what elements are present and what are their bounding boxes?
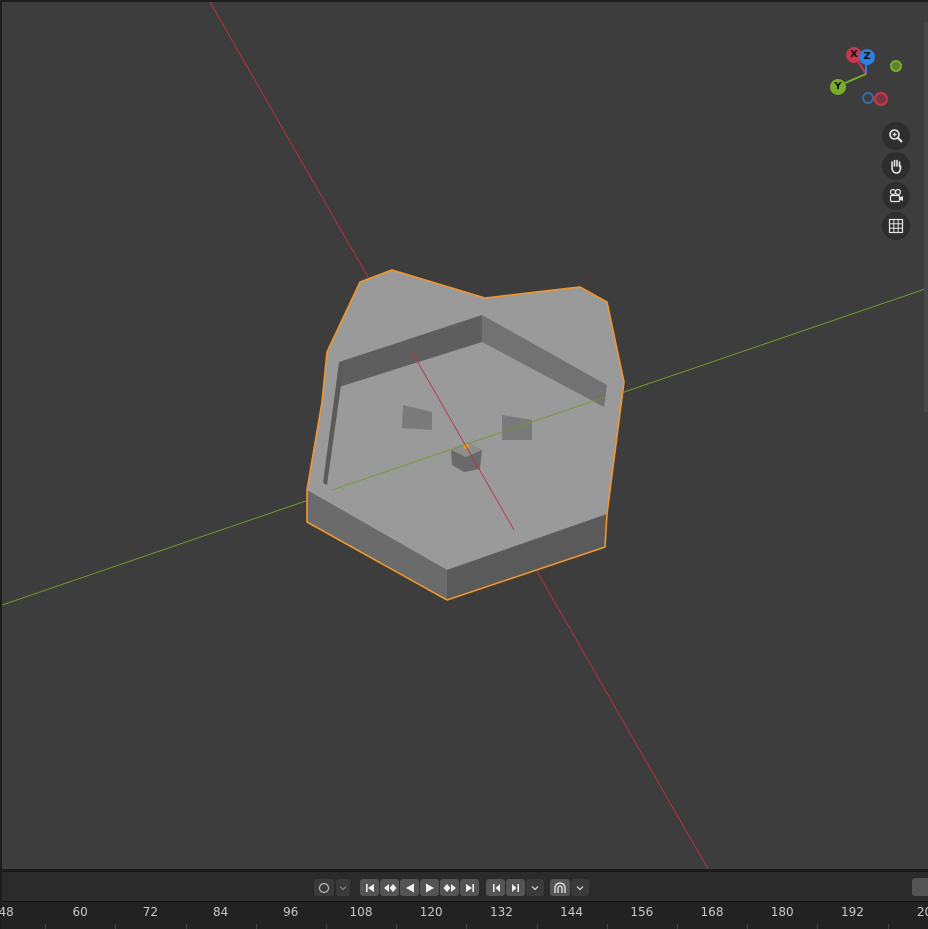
gizmo-neg-x-axis[interactable] — [874, 92, 888, 106]
gizmo-z-axis[interactable]: Z — [859, 49, 875, 65]
frame-tick — [536, 924, 538, 929]
gizmo-neg-z-axis[interactable] — [862, 92, 874, 104]
play-icon — [425, 883, 434, 892]
perspective-toggle-button[interactable] — [882, 212, 910, 240]
frame-label: 120 — [419, 905, 443, 919]
frame-label: 132 — [489, 905, 513, 919]
frame-label: 168 — [700, 905, 724, 919]
frame-label: 84 — [212, 905, 229, 919]
zoom-icon — [889, 129, 903, 143]
chevron-down-icon — [339, 885, 347, 890]
frame-tick — [676, 924, 678, 929]
navigation-gizmo[interactable]: X Z Y — [824, 44, 924, 116]
gizmo-neg-y-axis[interactable] — [890, 60, 902, 72]
play-button[interactable] — [420, 879, 439, 896]
next-keyframe-icon — [443, 883, 456, 892]
frame-label: 180 — [770, 905, 794, 919]
frame-tick — [396, 924, 398, 929]
previous-frame-button[interactable] — [486, 879, 505, 896]
snap-dropdown[interactable] — [571, 879, 589, 896]
jump-to-start-icon — [365, 883, 374, 892]
frame-label: 156 — [630, 905, 654, 919]
frame-label: 48 — [0, 905, 14, 919]
selected-mesh-object[interactable] — [306, 269, 625, 601]
frame-tick — [606, 924, 608, 929]
auto-keying-button[interactable] — [314, 879, 334, 896]
next-frame-icon — [511, 883, 519, 892]
frame-tick — [115, 924, 117, 929]
frame-label: 96 — [283, 905, 299, 919]
snap-toggle-button[interactable] — [550, 879, 570, 896]
play-reverse-button[interactable] — [400, 879, 419, 896]
frame-tick — [466, 924, 468, 929]
zoom-button[interactable] — [882, 122, 910, 150]
record-circle-icon — [318, 882, 330, 893]
frame-tick — [325, 924, 327, 929]
next-keyframe-button[interactable] — [440, 879, 459, 896]
grid-icon — [888, 218, 904, 234]
frame-tick — [45, 924, 47, 929]
frame-label: 60 — [72, 905, 88, 919]
jump-to-start-button[interactable] — [360, 879, 379, 896]
camera-icon — [889, 188, 903, 203]
frame-label: 192 — [840, 905, 864, 919]
chevron-down-icon — [531, 885, 539, 890]
play-reverse-icon — [405, 883, 414, 892]
chevron-down-icon — [576, 885, 584, 890]
previous-keyframe-button[interactable] — [380, 879, 399, 896]
snap-magnet-icon — [554, 881, 566, 893]
3d-viewport[interactable]: X Z Y — [2, 2, 928, 869]
frame-label: 72 — [142, 905, 159, 919]
pan-button[interactable] — [882, 152, 910, 180]
viewport-scrollbar[interactable] — [924, 22, 928, 412]
playback-dropdown[interactable] — [526, 879, 544, 896]
keying-dropdown[interactable] — [336, 879, 350, 896]
frame-label: 144 — [560, 905, 584, 919]
camera-view-button[interactable] — [882, 182, 910, 210]
scene-canvas[interactable] — [2, 2, 928, 869]
timeline-header — [2, 871, 928, 902]
frame-tick — [185, 924, 187, 929]
frame-label: 204 — [916, 905, 928, 919]
next-frame-button[interactable] — [506, 879, 525, 896]
frame-range-field[interactable] — [912, 878, 928, 896]
frame-tick — [817, 924, 819, 929]
frame-tick — [887, 924, 889, 929]
jump-to-end-icon — [465, 883, 474, 892]
previous-frame-icon — [492, 883, 500, 892]
timeline-ruler[interactable]: 48 60 72 84 96 108 120 132 144 156 168 180 192 204 — [0, 901, 928, 929]
previous-keyframe-icon — [383, 883, 396, 892]
gizmo-y-axis[interactable]: Y — [830, 79, 846, 95]
frame-tick — [255, 924, 257, 929]
frame-label: 108 — [349, 905, 373, 919]
hand-pan-icon — [891, 159, 902, 174]
frame-tick — [747, 924, 749, 929]
jump-to-end-button[interactable] — [460, 879, 479, 896]
